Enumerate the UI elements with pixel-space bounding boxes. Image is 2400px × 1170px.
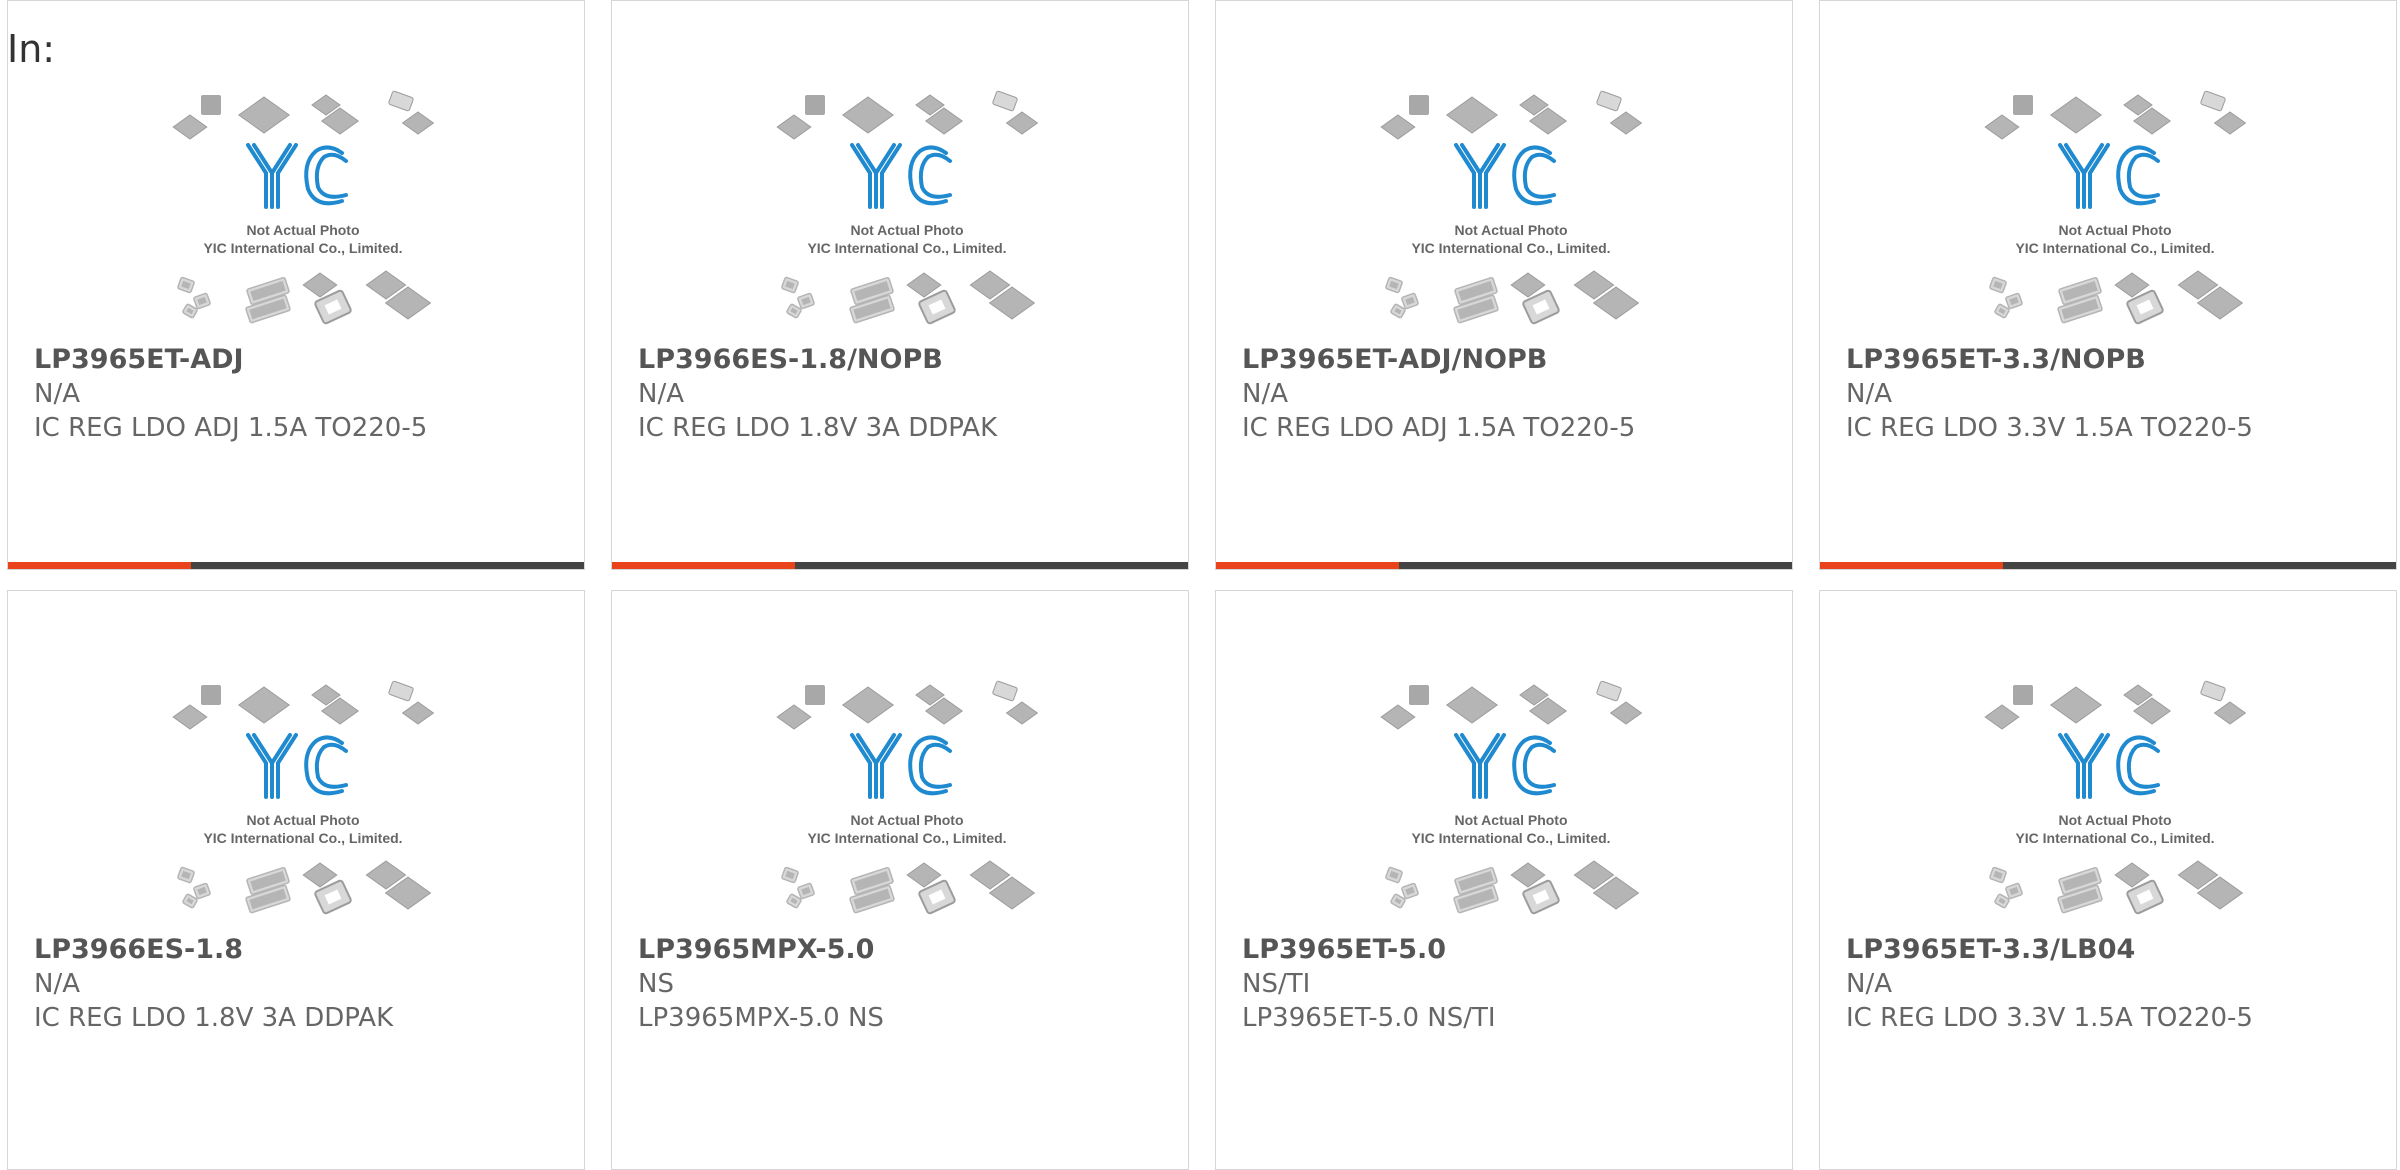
placeholder-photo: Not Actual Photo YIC International Co., L…	[168, 679, 438, 919]
svg-text:Not Actual Photo: Not Actual Photo	[2058, 222, 2171, 238]
svg-text:YIC International Co., Limited: YIC International Co., Limited.	[807, 240, 1006, 256]
manufacturer: N/A	[638, 379, 684, 409]
manufacturer: N/A	[34, 969, 80, 999]
in-label: In:	[7, 27, 56, 71]
placeholder-photo: Not Actual Photo YIC International Co., L…	[1980, 89, 2250, 329]
card-footer-bar	[1820, 562, 2396, 569]
svg-text:Not Actual Photo: Not Actual Photo	[246, 812, 359, 828]
product-card[interactable]: Not Actual Photo YIC International Co., L…	[7, 0, 585, 570]
card-footer-bar	[8, 562, 584, 569]
product-card[interactable]: Not Actual Photo YIC International Co., L…	[1215, 590, 1793, 1170]
placeholder-photo: Not Actual Photo YIC International Co., L…	[168, 89, 438, 329]
svg-text:YIC International Co., Limited: YIC International Co., Limited.	[1411, 830, 1610, 846]
product-card[interactable]: Not Actual Photo YIC International Co., L…	[7, 590, 585, 1170]
description: LP3965MPX-5.0 NS	[638, 1003, 884, 1033]
svg-text:YIC International Co., Limited: YIC International Co., Limited.	[2015, 240, 2214, 256]
placeholder-photo: Not Actual Photo YIC International Co., L…	[772, 679, 1042, 919]
product-card[interactable]: Not Actual Photo YIC International Co., L…	[1215, 0, 1793, 570]
part-number-link[interactable]: LP3965ET-3.3/NOPB	[1846, 344, 2146, 375]
part-number-link[interactable]: LP3965MPX-5.0	[638, 934, 874, 965]
product-card[interactable]: Not Actual Photo YIC International Co., L…	[611, 0, 1189, 570]
manufacturer: NS/TI	[1242, 969, 1311, 999]
svg-text:Not Actual Photo: Not Actual Photo	[850, 222, 963, 238]
svg-text:YIC International Co., Limited: YIC International Co., Limited.	[807, 830, 1006, 846]
svg-text:Not Actual Photo: Not Actual Photo	[1454, 222, 1567, 238]
svg-text:YIC International Co., Limited: YIC International Co., Limited.	[2015, 830, 2214, 846]
svg-text:Not Actual Photo: Not Actual Photo	[850, 812, 963, 828]
description: IC REG LDO ADJ 1.5A TO220-5	[34, 413, 428, 443]
description: IC REG LDO 3.3V 1.5A TO220-5	[1846, 1003, 2253, 1033]
part-number-link[interactable]: LP3965ET-5.0	[1242, 934, 1446, 965]
part-number-link[interactable]: LP3965ET-3.3/LB04	[1846, 934, 2135, 965]
card-accent-bar	[8, 562, 191, 569]
part-number-link[interactable]: LP3965ET-ADJ/NOPB	[1242, 344, 1547, 375]
placeholder-photo: Not Actual Photo YIC International Co., L…	[1980, 679, 2250, 919]
description: IC REG LDO 1.8V 3A DDPAK	[34, 1003, 394, 1033]
svg-text:Not Actual Photo: Not Actual Photo	[246, 222, 359, 238]
part-number-link[interactable]: LP3966ES-1.8/NOPB	[638, 344, 943, 375]
svg-text:YIC International Co., Limited: YIC International Co., Limited.	[1411, 240, 1610, 256]
placeholder-photo: Not Actual Photo YIC International Co., L…	[1376, 679, 1646, 919]
product-card[interactable]: Not Actual Photo YIC International Co., L…	[611, 590, 1189, 1170]
manufacturer: NS	[638, 969, 674, 999]
card-accent-bar	[1216, 562, 1399, 569]
description: IC REG LDO 3.3V 1.5A TO220-5	[1846, 413, 2253, 443]
description: LP3965ET-5.0 NS/TI	[1242, 1003, 1496, 1033]
product-grid: Not Actual Photo YIC International Co., L…	[7, 0, 2400, 1170]
description: IC REG LDO 1.8V 3A DDPAK	[638, 413, 998, 443]
description: IC REG LDO ADJ 1.5A TO220-5	[1242, 413, 1636, 443]
placeholder-photo: Not Actual Photo YIC International Co., L…	[1376, 89, 1646, 329]
product-card[interactable]: Not Actual Photo YIC International Co., L…	[1819, 0, 2397, 570]
card-footer-bar	[1216, 562, 1792, 569]
svg-text:YIC International Co., Limited: YIC International Co., Limited.	[203, 240, 402, 256]
card-accent-bar	[1820, 562, 2003, 569]
card-footer-bar	[612, 562, 1188, 569]
card-accent-bar	[612, 562, 795, 569]
part-number-link[interactable]: LP3965ET-ADJ	[34, 344, 244, 375]
manufacturer: N/A	[1846, 379, 1892, 409]
svg-text:Not Actual Photo: Not Actual Photo	[1454, 812, 1567, 828]
svg-text:Not Actual Photo: Not Actual Photo	[2058, 812, 2171, 828]
part-number-link[interactable]: LP3966ES-1.8	[34, 934, 243, 965]
placeholder-photo: Not Actual Photo YIC International Co., L…	[772, 89, 1042, 329]
manufacturer: N/A	[1846, 969, 1892, 999]
manufacturer: N/A	[34, 379, 80, 409]
product-card[interactable]: Not Actual Photo YIC International Co., L…	[1819, 590, 2397, 1170]
manufacturer: N/A	[1242, 379, 1288, 409]
svg-text:YIC International Co., Limited: YIC International Co., Limited.	[203, 830, 402, 846]
